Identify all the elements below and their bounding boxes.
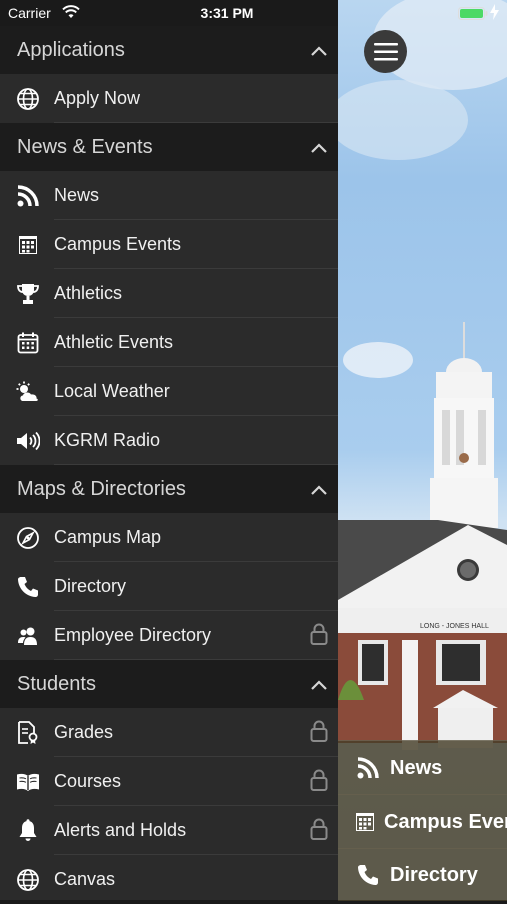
quick-link-label: Campus Events (384, 810, 507, 833)
speaker-icon (15, 428, 41, 454)
lock-icon (310, 769, 328, 796)
section-title: Students (17, 672, 96, 695)
chevron-up-icon (310, 479, 328, 502)
phone-icon (356, 864, 380, 886)
calendar-grid-icon (15, 232, 41, 258)
side-drawer: Applications Apply Now News & Events New… (0, 26, 338, 900)
quick-link-news[interactable]: News (338, 740, 507, 795)
menu-item-label: Canvas (54, 869, 116, 889)
clock: 3:31 PM (200, 5, 254, 21)
hamburger-icon (373, 42, 398, 60)
menu-item-label: News (54, 185, 100, 205)
quick-link-label: News (390, 756, 443, 779)
menu-item-label: Directory (54, 576, 127, 596)
globe-icon (15, 867, 41, 893)
lock-icon (310, 720, 328, 747)
chevron-up-icon (310, 674, 328, 697)
book-icon (15, 769, 41, 795)
menu-item-local-weather[interactable]: Local Weather (0, 367, 338, 416)
menu-item-news[interactable]: News (0, 171, 338, 220)
compass-icon (15, 525, 41, 551)
hamburger-menu-button[interactable] (364, 30, 407, 73)
menu-item-label: Athletics (54, 283, 123, 303)
menu-item-kgrm-radio[interactable]: KGRM Radio (0, 416, 338, 465)
section-title: Applications (17, 38, 125, 61)
menu-item-campus-events[interactable]: Campus Events (0, 220, 338, 269)
menu-item-employee-directory[interactable]: Employee Directory (0, 611, 338, 660)
menu-item-label: Local Weather (54, 381, 170, 401)
menu-item-label: Grades (54, 722, 114, 742)
section-header-news-events[interactable]: News & Events (0, 123, 338, 171)
globe-icon (15, 86, 41, 112)
quick-link-label: Directory (390, 863, 478, 886)
menu-item-apply-now[interactable]: Apply Now (0, 74, 338, 123)
rss-icon (356, 757, 380, 779)
menu-item-label: Alerts and Holds (54, 820, 187, 840)
menu-item-label: KGRM Radio (54, 430, 161, 450)
lock-icon (310, 623, 328, 650)
section-header-students[interactable]: Students (0, 660, 338, 708)
menu-item-label: Athletic Events (54, 332, 174, 352)
menu-item-label: Apply Now (54, 88, 141, 108)
menu-item-athletic-events[interactable]: Athletic Events (0, 318, 338, 367)
menu-item-directory[interactable]: Directory (0, 562, 338, 611)
battery-icon (458, 7, 488, 20)
menu-item-label: Campus Events (54, 234, 182, 254)
status-bar: Carrier 3:31 PM (0, 0, 507, 26)
phone-icon (15, 574, 41, 600)
menu-item-alerts-and-holds[interactable]: Alerts and Holds (0, 806, 338, 855)
section-title: Maps & Directories (17, 477, 186, 500)
bell-icon (15, 818, 41, 844)
grades-icon (15, 720, 41, 746)
building-sign: LONG - JONES HALL (420, 623, 489, 630)
people-icon (15, 623, 41, 649)
menu-item-label: Employee Directory (54, 625, 212, 645)
quick-link-directory[interactable]: Directory (338, 848, 507, 901)
menu-item-canvas[interactable]: Canvas (0, 855, 338, 904)
section-header-applications[interactable]: Applications (0, 26, 338, 74)
trophy-icon (15, 281, 41, 307)
menu-item-athletics[interactable]: Athletics (0, 269, 338, 318)
section-title: News & Events (17, 135, 153, 158)
calendar-icon (15, 330, 41, 356)
menu-item-campus-map[interactable]: Campus Map (0, 513, 338, 562)
menu-item-label: Courses (54, 771, 122, 791)
menu-item-courses[interactable]: Courses (0, 757, 338, 806)
quick-link-campus-events[interactable]: Campus Events (338, 794, 507, 849)
section-header-maps-directories[interactable]: Maps & Directories (0, 465, 338, 513)
menu-item-label: Campus Map (54, 527, 162, 547)
charging-icon (490, 4, 499, 23)
menu-item-grades[interactable]: Grades (0, 708, 338, 757)
weather-icon (15, 379, 41, 405)
chevron-up-icon (310, 40, 328, 63)
lock-icon (310, 818, 328, 845)
rss-icon (15, 183, 41, 209)
chevron-up-icon (310, 137, 328, 160)
calendar-grid-icon (356, 813, 374, 831)
